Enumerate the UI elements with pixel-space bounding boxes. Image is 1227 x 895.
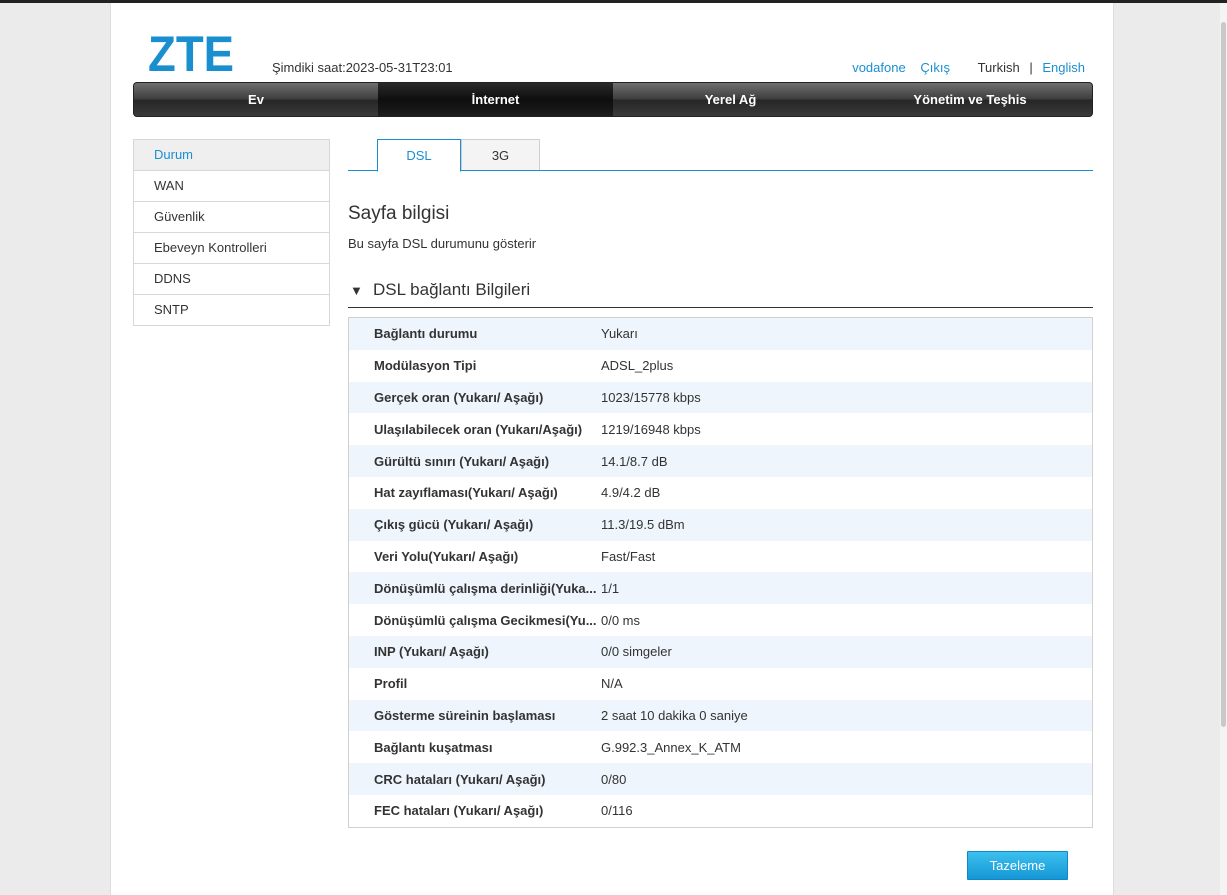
- language-separator: |: [1029, 60, 1033, 75]
- row-label: Dönüşümlü çalışma derinliği(Yuka...: [374, 580, 597, 596]
- row-value: 14.1/8.7 dB: [601, 453, 668, 469]
- sidebar-item-parental-controls[interactable]: Ebeveyn Kontrolleri: [134, 233, 329, 264]
- row-value: 1219/16948 kbps: [601, 421, 701, 437]
- row-label: Bağlantı kuşatması: [374, 739, 493, 755]
- page-description: Bu sayfa DSL durumunu gösterir: [348, 236, 537, 251]
- table-row: Ulaşılabilecek oran (Yukarı/Aşağı) 1219/1…: [349, 413, 1092, 446]
- sidebar-item-status[interactable]: Durum: [134, 140, 329, 171]
- logo-text: ZTE: [148, 29, 234, 75]
- table-row: Gürültü sınırı (Yukarı/ Aşağı) 14.1/8.7 d…: [349, 445, 1092, 477]
- isp-link[interactable]: vodafone: [852, 60, 906, 75]
- top-links: vodafone Çıkış Turkish | English: [841, 60, 1085, 75]
- row-value: 1023/15778 kbps: [601, 389, 701, 405]
- row-label: FEC hataları (Yukarı/ Aşağı): [374, 803, 544, 819]
- row-value: 0/0 ms: [601, 612, 641, 628]
- nav-home[interactable]: Ev: [134, 83, 378, 116]
- row-value: 0/0 simgeler: [601, 644, 672, 660]
- row-label: Modülasyon Tipi: [374, 358, 477, 374]
- language-english-link[interactable]: English: [1042, 60, 1085, 75]
- row-label: Gürültü sınırı (Yukarı/ Aşağı): [374, 453, 550, 469]
- table-row: FEC hataları (Yukarı/ Aşağı) 0/116: [349, 794, 1092, 827]
- table-row: Hat zayıflaması(Yukarı/ Aşağı) 4.9/4.2 dB: [349, 476, 1092, 509]
- section-title: DSL bağlantı Bilgileri: [373, 280, 531, 299]
- tab-dsl[interactable]: DSL: [377, 139, 461, 172]
- row-label: Profil: [374, 676, 408, 692]
- row-label: Gösterme süreinin başlaması: [374, 707, 556, 723]
- row-value: Fast/Fast: [601, 548, 656, 564]
- refresh-button[interactable]: Tazeleme: [967, 851, 1068, 880]
- row-value: ADSL_2plus: [601, 358, 674, 374]
- tab-3g[interactable]: 3G: [461, 139, 540, 170]
- zte-logo: ZTE: [148, 29, 234, 75]
- row-label: CRC hataları (Yukarı/ Aşağı): [374, 771, 546, 787]
- table-row: Profil N/A: [349, 667, 1092, 700]
- table-row: Gösterme süreinin başlaması 2 saat 10 dak…: [349, 699, 1092, 732]
- row-value: 11.3/19.5 dBm: [601, 517, 685, 533]
- row-value: 4.9/4.2 dB: [601, 485, 661, 501]
- table-row: Modülasyon Tipi ADSL_2plus: [349, 349, 1092, 382]
- row-value: 2 saat 10 dakika 0 saniye: [601, 707, 748, 723]
- row-value: 0/80: [601, 771, 627, 787]
- row-value: 1/1: [601, 580, 620, 596]
- row-value: 0/116: [601, 803, 633, 819]
- current-time: Şimdiki saat:2023-05-31T23:01: [272, 60, 453, 75]
- sidebar-item-sntp[interactable]: SNTP: [134, 295, 329, 325]
- sidebar-item-wan[interactable]: WAN: [134, 171, 329, 202]
- table-row: Bağlantı durumu Yukarı: [349, 318, 1092, 350]
- row-label: Dönüşümlü çalışma Gecikmesi(Yu...: [374, 612, 597, 628]
- nav-internet[interactable]: İnternet: [378, 83, 613, 116]
- nav-local-network[interactable]: Yerel Ağ: [613, 83, 848, 116]
- table-row: Bağlantı kuşatması G.992.3_Annex_K_ATM: [349, 731, 1092, 764]
- table-row: Veri Yolu(Yukarı/ Aşağı) Fast/Fast: [349, 540, 1092, 573]
- row-value: Yukarı: [601, 326, 638, 342]
- page-title: Sayfa bilgisi: [348, 203, 450, 224]
- scrollbar-thumb[interactable]: [1221, 22, 1226, 727]
- row-label: Çıkış gücü (Yukarı/ Aşağı): [374, 517, 534, 533]
- main-nav: Ev İnternet Yerel Ağ Yönetim ve Teşhis: [133, 82, 1093, 117]
- table-row: Dönüşümlü çalışma Gecikmesi(Yu... 0/0 ms: [349, 604, 1092, 636]
- table-row: Gerçek oran (Yukarı/ Aşağı) 1023/15778 kb…: [349, 381, 1092, 414]
- table-row: Çıkış gücü (Yukarı/ Aşağı) 11.3/19.5 dBm: [349, 508, 1092, 541]
- sidebar-item-security[interactable]: Güvenlik: [134, 202, 329, 233]
- dsl-info-table: Bağlantı durumu Yukarı Modülasyon Tipi ADSL…: [348, 317, 1093, 828]
- language-current: Turkish: [977, 60, 1020, 75]
- table-row: CRC hataları (Yukarı/ Aşağı) 0/80: [349, 763, 1092, 795]
- sidebar: Durum WAN Güvenlik Ebeveyn Kontrolleri D…: [133, 139, 330, 326]
- row-label: Ulaşılabilecek oran (Yukarı/Aşağı): [374, 421, 583, 437]
- collapse-triangle-icon[interactable]: ▼: [350, 283, 363, 298]
- row-label: INP (Yukarı/ Aşağı): [374, 644, 489, 660]
- row-label: Gerçek oran (Yukarı/ Aşağı): [374, 389, 544, 405]
- row-label: Bağlantı durumu: [374, 326, 478, 342]
- logout-link[interactable]: Çıkış: [920, 60, 950, 75]
- page-container: ZTE Şimdiki saat:2023-05-31T23:01 vodafo…: [110, 3, 1114, 895]
- section-header[interactable]: ▼ DSL bağlantı Bilgileri: [348, 279, 1093, 308]
- table-row: Dönüşümlü çalışma derinliği(Yuka... 1/1: [349, 572, 1092, 605]
- row-value: N/A: [601, 676, 623, 692]
- sidebar-item-ddns[interactable]: DDNS: [134, 264, 329, 295]
- tab-bar: DSL 3G: [348, 139, 1093, 172]
- row-label: Hat zayıflaması(Yukarı/ Aşağı): [374, 485, 558, 501]
- nav-management[interactable]: Yönetim ve Teşhis: [848, 83, 1092, 116]
- row-label: Veri Yolu(Yukarı/ Aşağı): [374, 548, 519, 564]
- table-row: INP (Yukarı/ Aşağı) 0/0 simgeler: [349, 635, 1092, 668]
- row-value: G.992.3_Annex_K_ATM: [601, 739, 741, 755]
